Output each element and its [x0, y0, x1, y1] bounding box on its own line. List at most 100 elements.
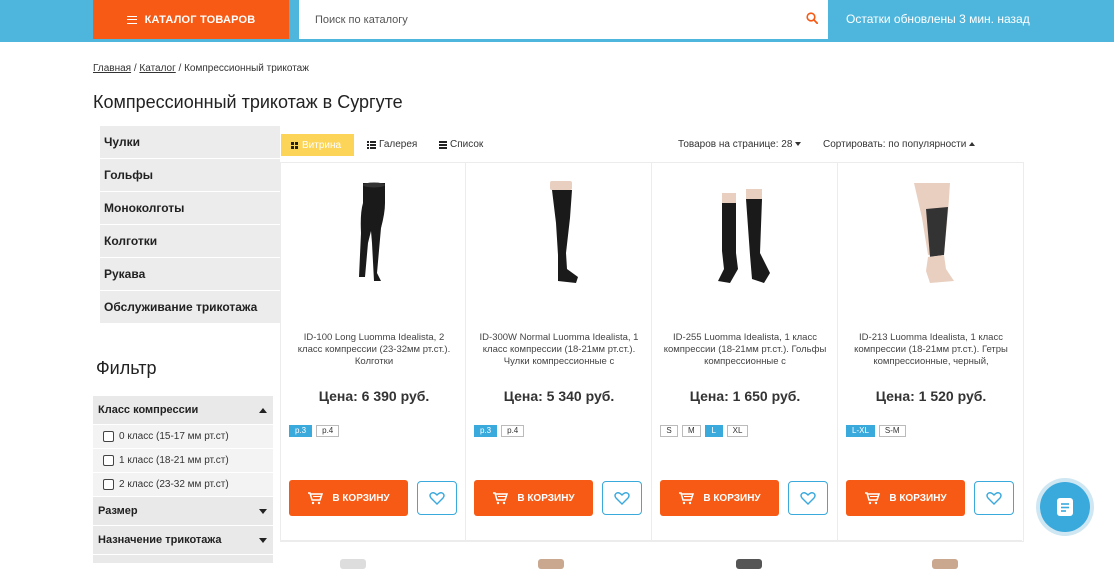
size-option-selected[interactable]: L-XL: [846, 425, 875, 437]
add-to-cart-button[interactable]: В КОРЗИНУ: [846, 480, 965, 516]
cart-icon: [679, 492, 695, 505]
chevron-up-icon: [969, 142, 976, 147]
product-thumbnail[interactable]: [736, 559, 762, 569]
breadcrumb-separator: /: [175, 63, 185, 74]
breadcrumb-catalog[interactable]: Каталог: [139, 63, 175, 74]
filter-panel: Класс компрессии 0 класс (15-17 мм рт.ст…: [93, 396, 273, 564]
sort-label: Сортировать: по популярности: [823, 139, 967, 150]
cart-button-label: В КОРЗИНУ: [703, 492, 761, 504]
size-option[interactable]: S-M: [878, 425, 906, 437]
catalog-button-label: КАТАЛОГ ТОВАРОВ: [144, 13, 256, 26]
breadcrumb: Главная / Каталог / Компрессионный трико…: [93, 63, 309, 74]
product-name[interactable]: ID-100 Long Luomma Idealista, 2 класс ко…: [291, 332, 457, 368]
product-card: ID-255 Luomma Idealista, 1 класс компрес…: [652, 162, 838, 542]
filter-option-label: 1 класс (18-21 мм рт.ст): [119, 455, 229, 466]
size-options: р.3 р.4: [289, 425, 340, 437]
collapse-up-icon: [259, 407, 267, 413]
sort-select[interactable]: Сортировать: по популярности: [823, 139, 976, 150]
size-option-selected[interactable]: р.3: [289, 425, 313, 437]
gallery-icon: [367, 140, 376, 149]
cart-icon: [493, 492, 509, 505]
add-to-cart-button[interactable]: В КОРЗИНУ: [289, 480, 408, 516]
category-item-mono-tights[interactable]: Моноколготы: [100, 192, 280, 225]
product-row-next: [280, 540, 1022, 569]
favorite-button[interactable]: [974, 481, 1014, 515]
filter-next-header[interactable]: [93, 555, 273, 563]
stock-update-note: Остатки обновлены 3 мин. назад: [846, 12, 1030, 26]
top-bar: КАТАЛОГ ТОВАРОВ Остатки обновлены 3 мин.…: [0, 0, 1114, 42]
menu-icon: [126, 15, 137, 24]
product-grid: ID-100 Long Luomma Idealista, 2 класс ко…: [280, 162, 1024, 565]
product-name[interactable]: ID-255 Luomma Idealista, 1 класс компрес…: [662, 332, 828, 368]
size-option[interactable]: XL: [726, 425, 749, 437]
heart-icon: [986, 492, 1002, 505]
view-showcase-button[interactable]: Витрина: [281, 134, 354, 156]
add-to-cart-button[interactable]: В КОРЗИНУ: [660, 480, 779, 516]
category-item-care[interactable]: Обслуживание трикотажа: [100, 291, 280, 324]
product-thumbnail[interactable]: [538, 559, 564, 569]
category-list: Чулки Гольфы Моноколготы Колготки Рукава…: [100, 126, 280, 324]
view-label: Галерея: [379, 139, 418, 150]
view-gallery-button[interactable]: Галерея: [367, 139, 417, 150]
size-options: р.3 р.4: [474, 425, 525, 437]
size-option-selected[interactable]: L: [704, 425, 723, 437]
product-price: Цена: 5 340 руб.: [503, 388, 615, 404]
product-thumbnail[interactable]: [340, 559, 366, 569]
filter-option-label: 0 класс (15-17 мм рт.ст): [119, 431, 229, 442]
product-name[interactable]: ID-213 Luomma Idealista, 1 класс компрес…: [848, 332, 1014, 368]
filter-compression-class-header[interactable]: Класс компрессии: [93, 396, 273, 424]
per-page-select[interactable]: Товаров на странице: 28: [678, 139, 802, 150]
filter-purpose-header[interactable]: Назначение трикотажа: [93, 526, 273, 554]
size-option-selected[interactable]: р.3: [474, 425, 498, 437]
size-options: L-XL S-M: [846, 425, 906, 437]
search-icon[interactable]: [806, 12, 818, 24]
filter-option-class-1[interactable]: 1 класс (18-21 мм рт.ст): [93, 449, 273, 472]
category-item-tights[interactable]: Колготки: [100, 225, 280, 258]
breadcrumb-current: Компрессионный трикотаж: [184, 63, 309, 74]
favorite-button[interactable]: [602, 481, 642, 515]
size-option[interactable]: S: [660, 425, 678, 437]
grid-icon: [291, 141, 298, 149]
size-option[interactable]: р.4: [316, 425, 340, 437]
view-label: Список: [450, 139, 484, 150]
document-icon: [1057, 498, 1073, 516]
knee-socks-icon[interactable]: [652, 173, 838, 293]
view-list-button[interactable]: Список: [439, 139, 483, 150]
category-item-knee-socks[interactable]: Гольфы: [100, 159, 280, 192]
size-options: S M L XL: [660, 425, 749, 437]
filter-size-header[interactable]: Размер: [93, 497, 273, 525]
breadcrumb-home[interactable]: Главная: [93, 63, 131, 74]
list-icon: [439, 140, 447, 149]
category-item-sleeves[interactable]: Рукава: [100, 258, 280, 291]
favorite-button[interactable]: [417, 481, 457, 515]
heart-icon: [614, 492, 630, 505]
checkbox[interactable]: [103, 479, 114, 490]
filter-section-label: Класс компрессии: [98, 404, 199, 416]
page-title: Компрессионный трикотаж в Сургуте: [93, 92, 403, 112]
product-card: ID-100 Long Luomma Idealista, 2 класс ко…: [280, 162, 466, 542]
tights-icon[interactable]: [281, 173, 467, 293]
gaiters-icon[interactable]: [838, 173, 1024, 293]
product-thumbnail[interactable]: [932, 559, 958, 569]
size-option[interactable]: р.4: [501, 425, 525, 437]
category-item-stockings[interactable]: Чулки: [100, 126, 280, 159]
checkbox[interactable]: [103, 431, 114, 442]
filter-title: Фильтр: [96, 358, 157, 378]
favorite-button[interactable]: [788, 481, 828, 515]
cart-icon: [865, 492, 881, 505]
filter-option-class-0[interactable]: 0 класс (15-17 мм рт.ст): [93, 425, 273, 448]
checkbox[interactable]: [103, 455, 114, 466]
chat-button[interactable]: [1040, 482, 1090, 532]
product-name[interactable]: ID-300W Normal Luomma Idealista, 1 класс…: [476, 332, 642, 368]
filter-option-class-2[interactable]: 2 класс (23-32 мм рт.ст): [93, 473, 273, 496]
search-input[interactable]: [299, 0, 789, 39]
cart-icon: [308, 492, 324, 505]
size-option[interactable]: M: [682, 425, 701, 437]
add-to-cart-button[interactable]: В КОРЗИНУ: [474, 480, 593, 516]
stocking-icon[interactable]: [466, 173, 652, 293]
chevron-down-icon: [795, 142, 802, 147]
product-price: Цена: 6 390 руб.: [318, 388, 430, 404]
product-card: ID-300W Normal Luomma Idealista, 1 класс…: [466, 162, 652, 542]
filter-section-label: Размер: [98, 505, 138, 517]
catalog-button[interactable]: КАТАЛОГ ТОВАРОВ: [93, 0, 289, 39]
